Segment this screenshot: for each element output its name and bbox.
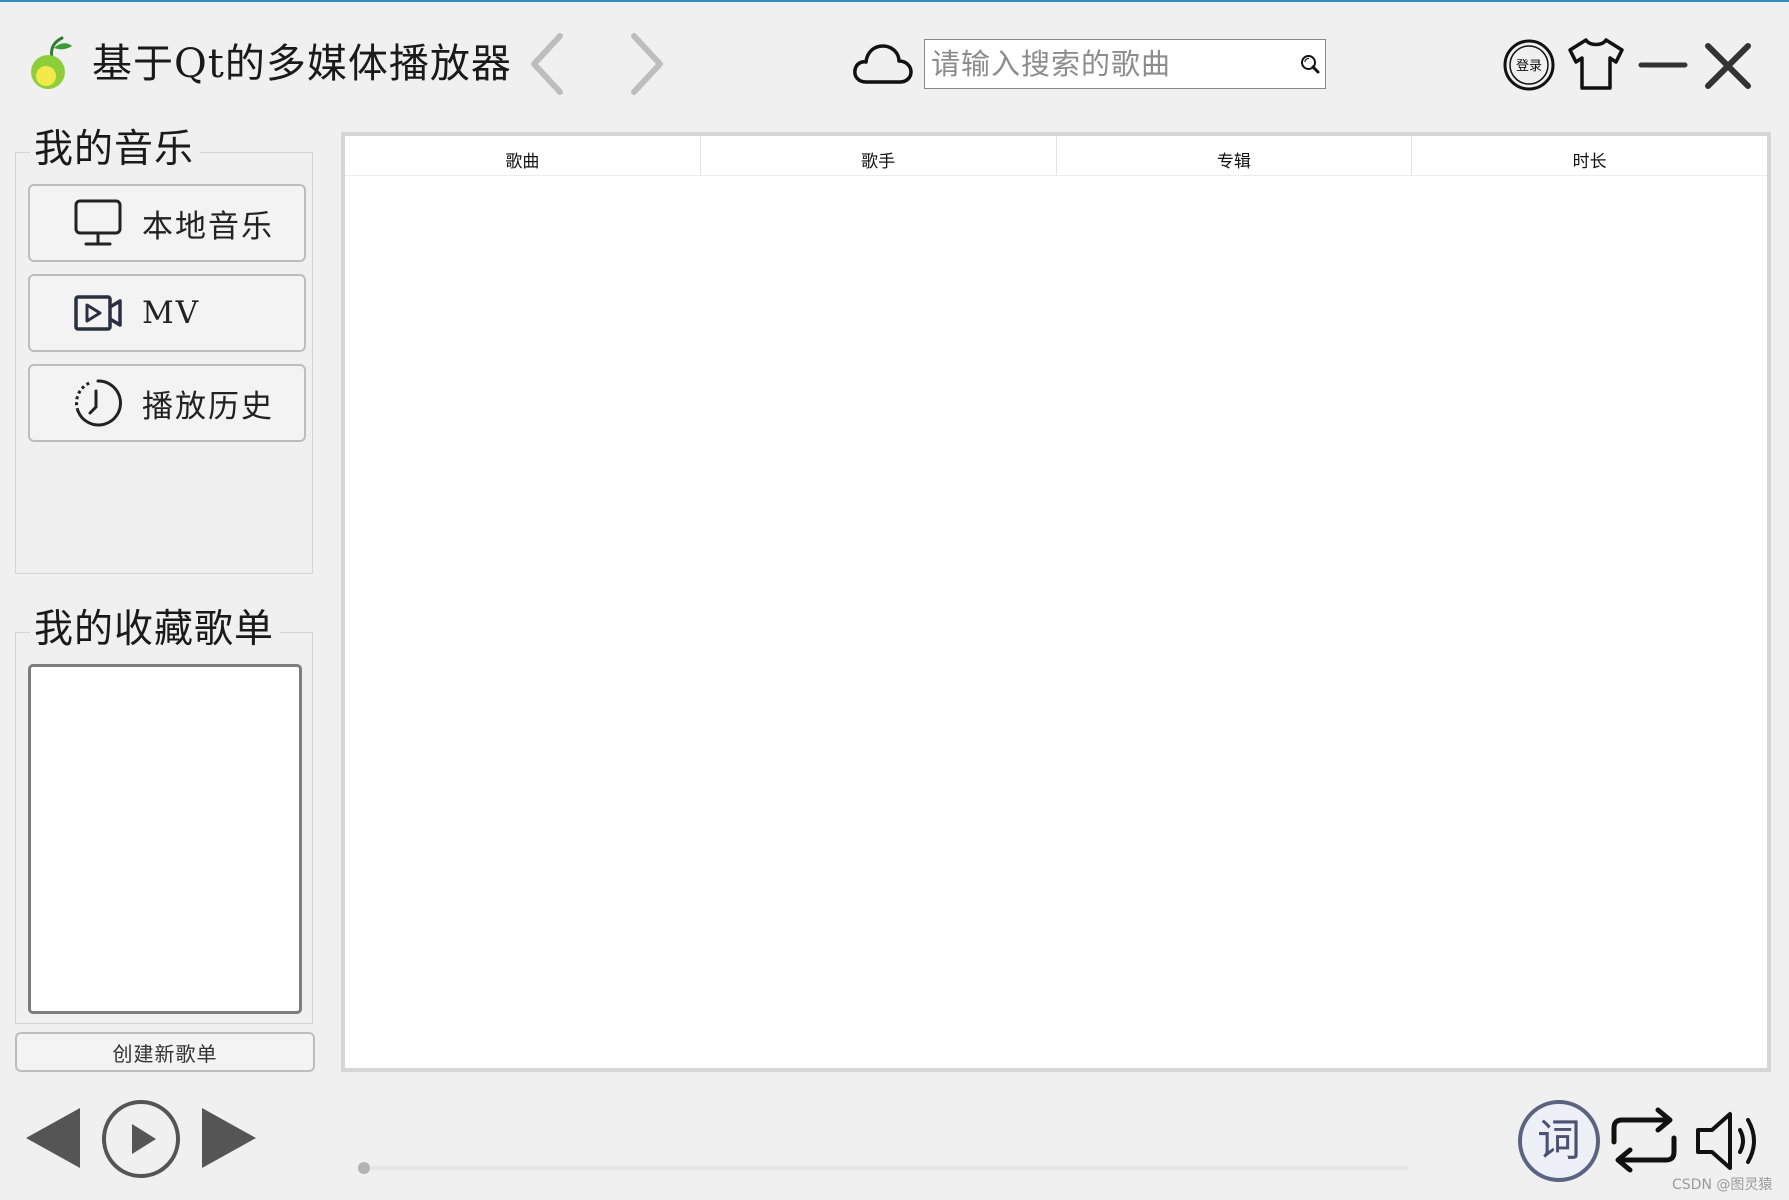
monitor-icon <box>74 199 122 246</box>
history-clock-icon <box>75 379 122 427</box>
loop-icon[interactable] <box>1606 1102 1682 1178</box>
lyrics-label: 词 <box>1537 1115 1581 1166</box>
cloud-icon[interactable] <box>852 40 914 88</box>
login-button[interactable]: 登录 <box>1502 38 1556 92</box>
volume-icon[interactable] <box>1694 1106 1766 1176</box>
progress-handle[interactable] <box>358 1162 370 1174</box>
window-top-accent <box>0 0 1789 2</box>
favorites-title: 我的收藏歌单 <box>30 606 281 654</box>
previous-track-icon[interactable] <box>22 1104 84 1172</box>
minimize-icon[interactable] <box>1638 40 1688 90</box>
skin-tshirt-icon[interactable] <box>1566 36 1626 92</box>
video-icon <box>74 295 122 331</box>
next-track-icon[interactable] <box>198 1104 260 1172</box>
column-header-duration[interactable]: 时长 <box>1412 136 1767 175</box>
search-input[interactable] <box>925 40 1299 88</box>
app-title: 基于Qt的多媒体播放器 <box>92 41 512 87</box>
watermark: CSDN @图灵猿 <box>1672 1177 1773 1193</box>
favorites-playlist-list[interactable] <box>28 664 302 1014</box>
sidebar-item-label: MV <box>142 295 201 331</box>
search-box <box>924 39 1326 89</box>
sidebar-item-label: 播放历史 <box>142 388 274 425</box>
sidebar-item-label: 本地音乐 <box>142 208 274 245</box>
play-icon[interactable] <box>100 1098 182 1180</box>
login-icon: 登录 <box>1503 39 1555 91</box>
column-header-artist[interactable]: 歌手 <box>701 136 1057 175</box>
create-playlist-button[interactable]: 创建新歌单 <box>15 1032 315 1072</box>
my-music-title: 我的音乐 <box>30 126 201 174</box>
column-header-song[interactable]: 歌曲 <box>345 136 701 175</box>
table-header: 歌曲 歌手 专辑 时长 <box>345 136 1767 176</box>
lyrics-button[interactable]: 词 <box>1518 1100 1600 1182</box>
song-table: 歌曲 歌手 专辑 时长 <box>341 132 1771 1072</box>
close-icon[interactable] <box>1702 40 1754 92</box>
back-arrow-icon[interactable] <box>524 30 572 98</box>
sidebar-item-history[interactable]: 播放历史 <box>28 364 306 442</box>
sidebar-item-mv[interactable]: MV <box>28 274 306 352</box>
search-icon[interactable] <box>1299 42 1321 86</box>
login-label: 登录 <box>1516 59 1542 74</box>
progress-bar[interactable] <box>362 1166 1408 1170</box>
app-logo-icon <box>31 36 72 89</box>
forward-arrow-icon[interactable] <box>622 30 670 98</box>
table-body[interactable] <box>345 176 1767 1068</box>
column-header-album[interactable]: 专辑 <box>1057 136 1413 175</box>
sidebar-item-local-music[interactable]: 本地音乐 <box>28 184 306 262</box>
